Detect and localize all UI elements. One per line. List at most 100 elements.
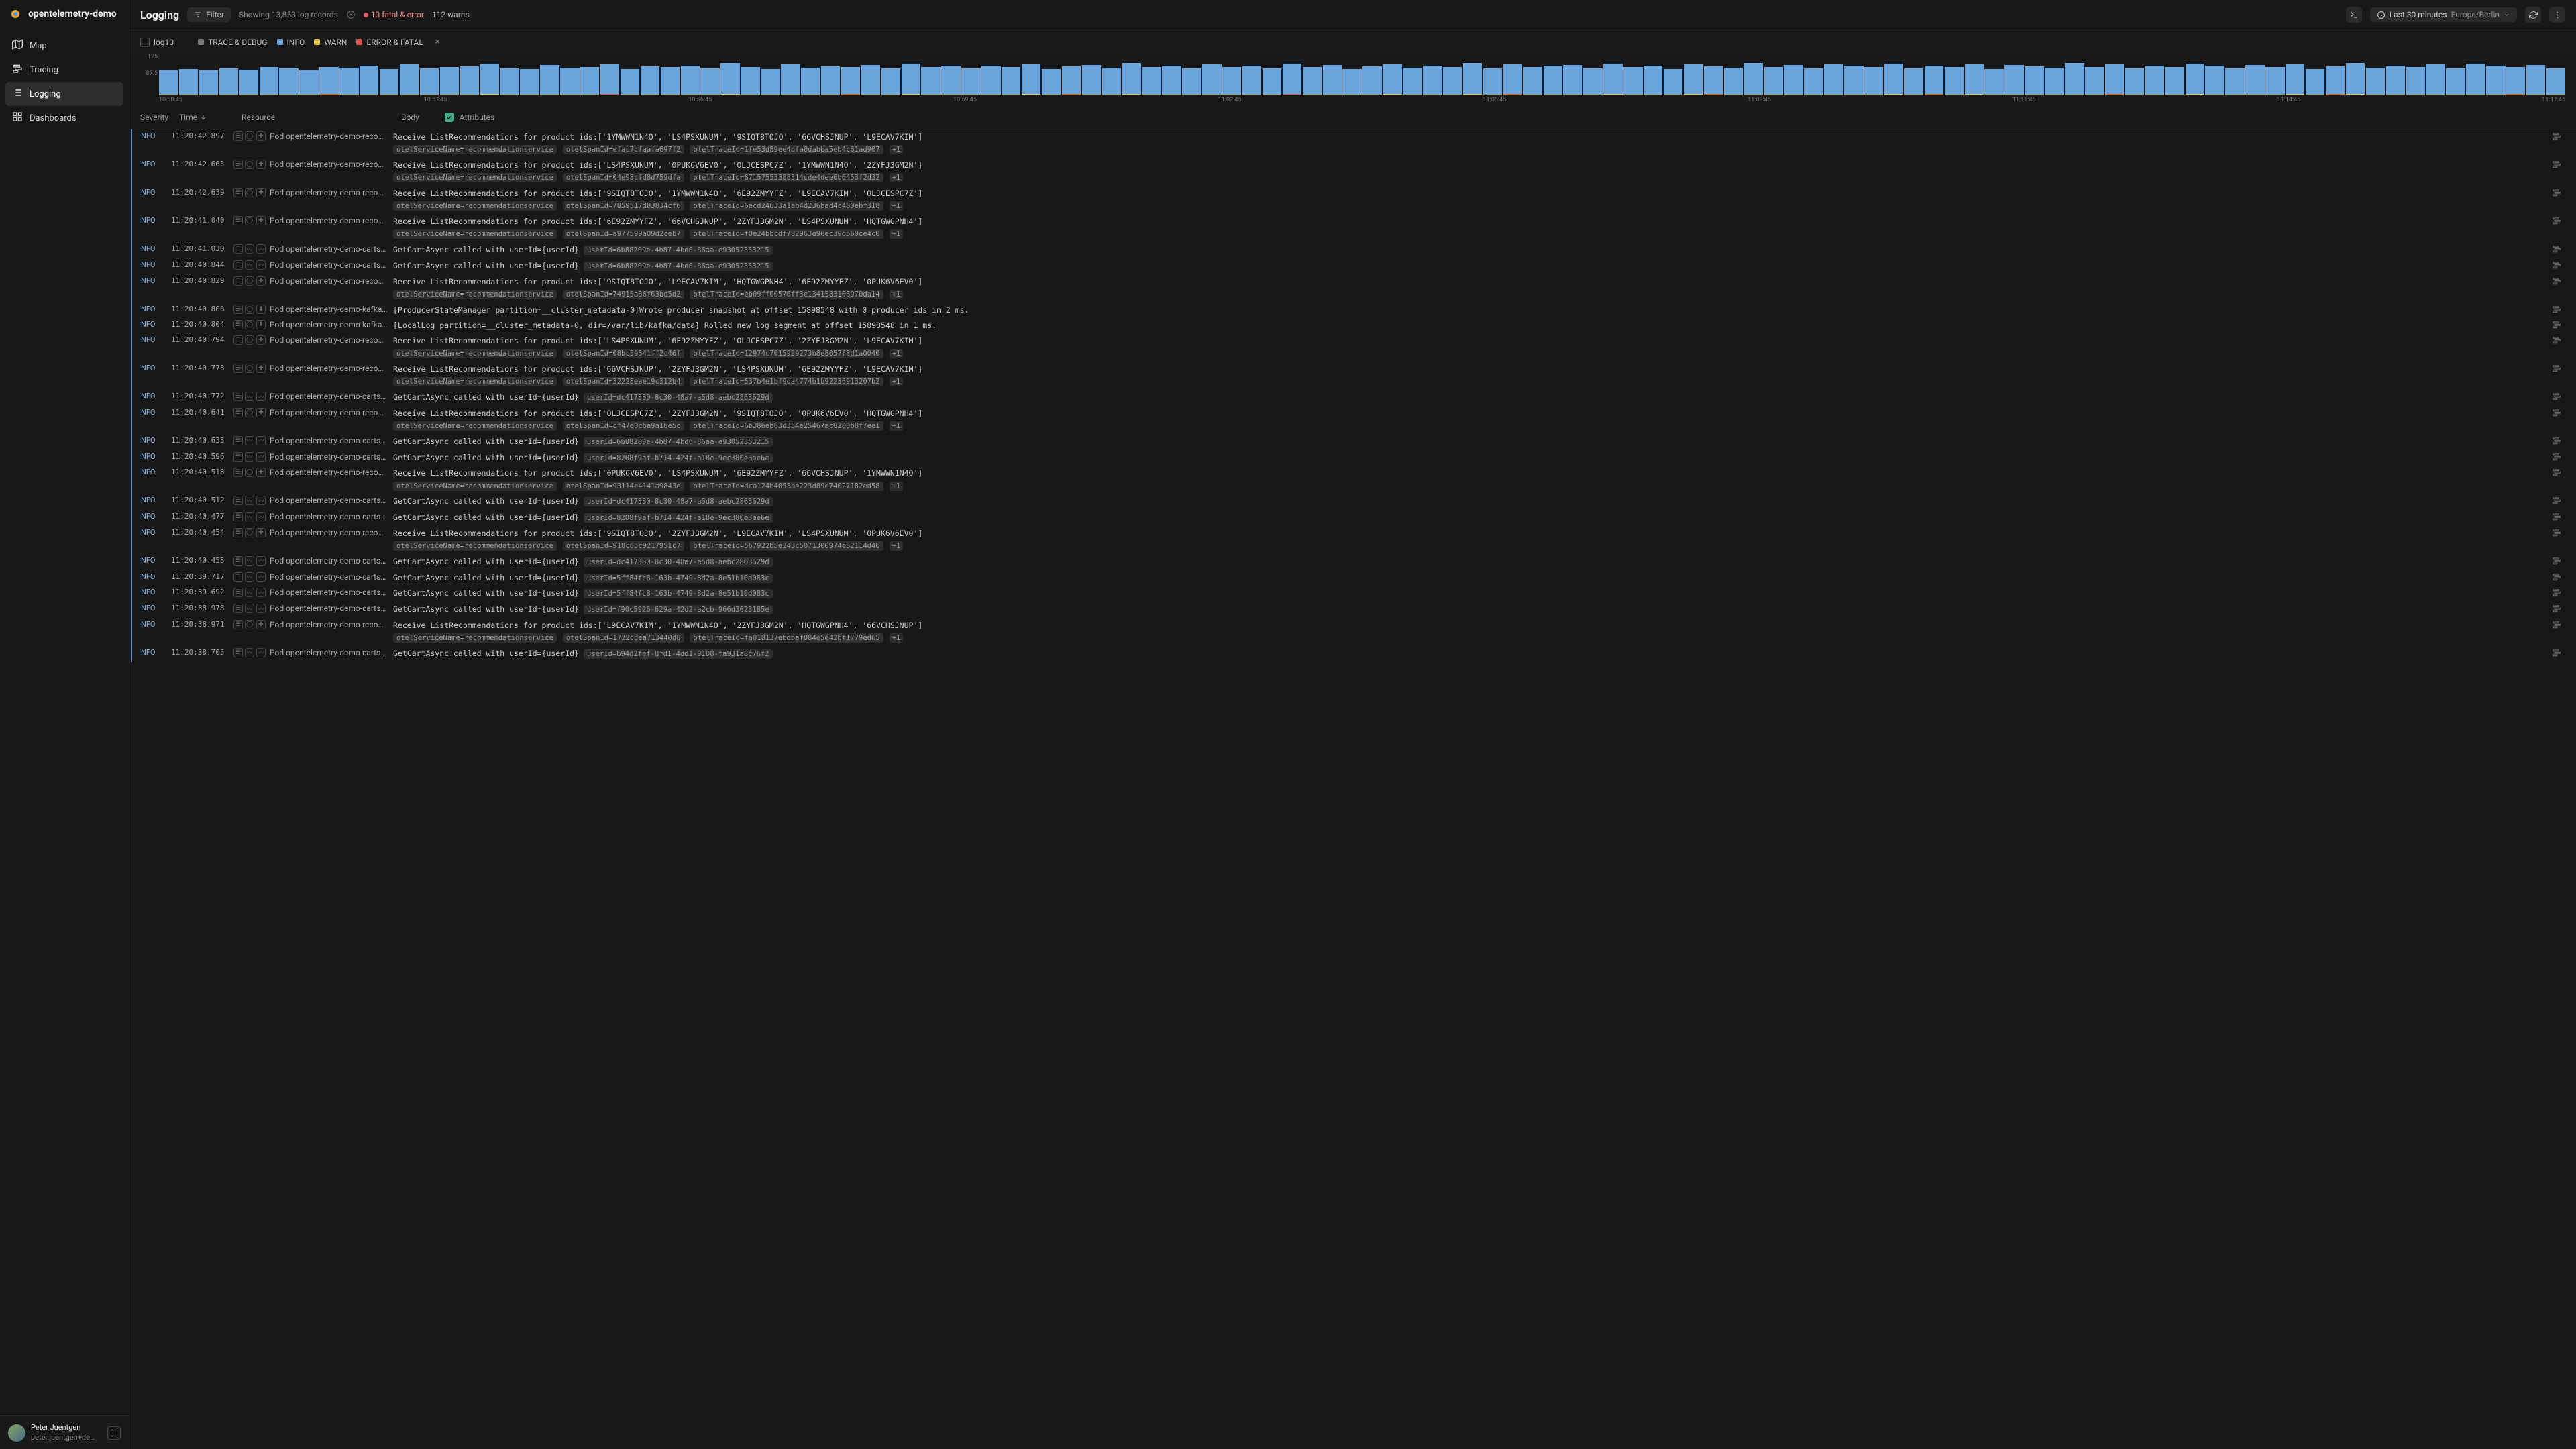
attribute-chip[interactable]: userId=6b88209e-4b87-4bd6-86aa-e93052353… xyxy=(584,262,773,271)
histogram-bar[interactable] xyxy=(1142,67,1161,95)
close-circle-icon[interactable] xyxy=(346,10,356,19)
histogram-bar[interactable] xyxy=(841,67,860,95)
histogram-bar[interactable] xyxy=(1724,68,1743,95)
histogram-bar[interactable] xyxy=(299,70,318,95)
histogram-bar[interactable] xyxy=(1303,67,1322,95)
histogram-bar[interactable] xyxy=(641,66,659,95)
trace-link-button[interactable] xyxy=(2552,572,2565,584)
histogram-bar[interactable] xyxy=(1764,67,1783,95)
sidebar-collapse-button[interactable] xyxy=(107,1426,121,1440)
histogram-bar[interactable] xyxy=(380,69,398,95)
histogram-bar[interactable] xyxy=(2045,68,2063,95)
histogram-bar[interactable] xyxy=(700,68,719,95)
trace-link-button[interactable] xyxy=(2552,604,2565,615)
attribute-chip[interactable]: otelServiceName=recommendationservice xyxy=(393,145,557,154)
histogram-bar[interactable] xyxy=(279,68,298,95)
log10-toggle[interactable]: log10 xyxy=(140,38,174,47)
histogram-bar[interactable] xyxy=(2186,64,2204,95)
histogram-bar[interactable] xyxy=(540,65,559,95)
trace-link-button[interactable] xyxy=(2552,188,2565,199)
attribute-chip[interactable]: userId=5ff84fc8-163b-4749-8d2a-8e51b10d0… xyxy=(584,574,773,583)
trace-link-button[interactable] xyxy=(2552,364,2565,375)
attribute-chip[interactable]: userId=dc417380-8c30-48a7-a5d8-aebc28636… xyxy=(584,557,773,567)
attribute-chip[interactable]: otelTraceId=87157553388314cde4dee6b6453f… xyxy=(690,173,883,182)
log-row[interactable]: INFO 11:20:40.454 ☰◯✚ Pod opentelemetry-… xyxy=(131,526,2576,554)
histogram-bar[interactable] xyxy=(1844,66,1863,95)
attribute-more[interactable]: +1 xyxy=(890,290,904,299)
attribute-chip[interactable]: otelTraceId=1fe53d89ee4dfa0dabba5eb4c61a… xyxy=(690,145,883,154)
attribute-chip[interactable]: userId=8208f9af-b714-424f-a18e-9ec380e3e… xyxy=(584,513,773,523)
histogram-bar[interactable] xyxy=(1042,69,1061,95)
histogram-bar[interactable] xyxy=(1323,65,1342,95)
attribute-chip[interactable]: otelServiceName=recommendationservice xyxy=(393,229,557,239)
attribute-chip[interactable]: userId=5ff84fc8-163b-4749-8d2a-8e51b10d0… xyxy=(584,589,773,598)
attribute-more[interactable]: +1 xyxy=(890,482,904,491)
attribute-chip[interactable]: otelTraceId=6ecd24633a1ab4d236bad4c480eb… xyxy=(690,201,883,211)
histogram-bar[interactable] xyxy=(2486,66,2505,95)
histogram-bar[interactable] xyxy=(2446,68,2465,95)
trace-link-button[interactable] xyxy=(2552,528,2565,539)
histogram-bar[interactable] xyxy=(2286,64,2304,95)
log-row[interactable]: INFO 11:20:42.663 ☰◯✚ Pod opentelemetry-… xyxy=(131,158,2576,186)
histogram-bar[interactable] xyxy=(1263,68,1281,95)
refresh-button[interactable] xyxy=(2525,7,2541,23)
attribute-chip[interactable]: otelServiceName=recommendationservice xyxy=(393,349,557,358)
histogram-bar[interactable] xyxy=(400,64,419,95)
histogram-bar[interactable] xyxy=(2326,66,2345,95)
attributes-checkbox[interactable] xyxy=(445,113,454,122)
log-row[interactable]: INFO 11:20:42.897 ☰◯✚ Pod opentelemetry-… xyxy=(131,129,2576,158)
histogram-bar[interactable] xyxy=(1563,65,1582,95)
histogram-chart[interactable]: 175 87.5 10:50:4510:53:4510:56:4510:59:4… xyxy=(129,54,2576,106)
histogram-bar[interactable] xyxy=(1242,66,1261,95)
histogram-bar[interactable] xyxy=(1383,64,1401,95)
attribute-chip[interactable]: otelSpanId=93114e4141a9843e xyxy=(563,482,684,491)
trace-link-button[interactable] xyxy=(2552,452,2565,464)
menu-button[interactable] xyxy=(2549,7,2565,23)
histogram-bar[interactable] xyxy=(801,68,820,95)
log-row[interactable]: INFO 11:20:40.804 ☰◯⬇ Pod opentelemetry-… xyxy=(131,318,2576,333)
histogram-bar[interactable] xyxy=(741,67,759,95)
histogram-bar[interactable] xyxy=(2406,67,2425,95)
histogram-bar[interactable] xyxy=(560,68,579,95)
histogram-bar[interactable] xyxy=(1925,66,1943,95)
attribute-more[interactable]: +1 xyxy=(890,377,904,386)
attribute-chip[interactable]: otelServiceName=recommendationservice xyxy=(393,421,557,431)
attribute-chip[interactable]: otelTraceId=567922b5e243c5071300974e5211… xyxy=(690,541,883,551)
histogram-bar[interactable] xyxy=(179,69,198,95)
histogram-bar[interactable] xyxy=(2145,66,2164,95)
histogram-bar[interactable] xyxy=(600,64,619,95)
log-row[interactable]: INFO 11:20:38.705 ☰〰〰 Pod opentelemetry-… xyxy=(131,646,2576,662)
histogram-bar[interactable] xyxy=(1062,66,1081,95)
histogram-bar[interactable] xyxy=(981,66,1000,95)
attribute-chip[interactable]: userId=6b88209e-4b87-4bd6-86aa-e93052353… xyxy=(584,246,773,255)
log-row[interactable]: INFO 11:20:41.040 ☰◯✚ Pod opentelemetry-… xyxy=(131,214,2576,242)
histogram-bar[interactable] xyxy=(2004,65,2023,95)
attribute-chip[interactable]: userId=6b88209e-4b87-4bd6-86aa-e93052353… xyxy=(584,437,773,447)
sidebar-item-map[interactable]: Map xyxy=(5,34,123,58)
warn-count-pill[interactable]: 112 warns xyxy=(432,10,470,19)
trace-link-button[interactable] xyxy=(2552,335,2565,347)
console-button[interactable] xyxy=(2346,7,2362,23)
attribute-chip[interactable]: userId=8208f9af-b714-424f-a18e-9ec380e3e… xyxy=(584,453,773,463)
trace-link-button[interactable] xyxy=(2552,468,2565,479)
histogram-bar[interactable] xyxy=(1463,63,1482,95)
attribute-more[interactable]: +1 xyxy=(890,229,904,239)
histogram-bar[interactable] xyxy=(2205,66,2224,95)
histogram-bar[interactable] xyxy=(1102,68,1121,95)
clear-filter-button[interactable]: × xyxy=(433,37,443,47)
attribute-more[interactable]: +1 xyxy=(890,173,904,182)
attribute-chip[interactable]: otelSpanId=08bc59541ff2c46f xyxy=(563,349,684,358)
histogram-bar[interactable] xyxy=(1623,67,1642,95)
trace-link-button[interactable] xyxy=(2552,260,2565,272)
trace-link-button[interactable] xyxy=(2552,620,2565,631)
sidebar-item-dashboards[interactable]: Dashboards xyxy=(5,106,123,130)
histogram-bar[interactable] xyxy=(239,70,258,95)
histogram-bar[interactable] xyxy=(1804,68,1823,95)
histogram-bar[interactable] xyxy=(2165,67,2184,95)
log-row[interactable]: INFO 11:20:41.030 ☰〰〰 Pod opentelemetry-… xyxy=(131,242,2576,258)
severity-filter-yellow[interactable]: WARN xyxy=(314,38,347,47)
col-body[interactable]: Body Attributes xyxy=(401,113,2546,122)
histogram-bar[interactable] xyxy=(1544,66,1562,95)
log-row[interactable]: INFO 11:20:38.971 ☰◯✚ Pod opentelemetry-… xyxy=(131,618,2576,646)
attribute-chip[interactable]: otelSpanId=04e98cfd8d759dfa xyxy=(563,173,684,182)
